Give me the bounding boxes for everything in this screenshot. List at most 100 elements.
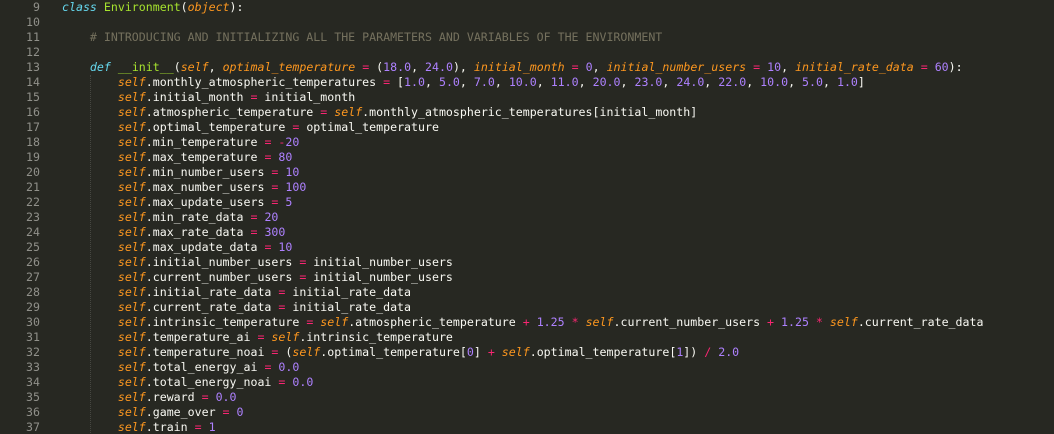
- code-token: self: [117, 330, 146, 344]
- code-token: ),: [452, 60, 474, 74]
- code-text: self.current_rate_data = initial_rate_da…: [62, 300, 411, 315]
- code-line[interactable]: 25 self.max_update_data = 10: [0, 240, 1054, 255]
- line-number: 20: [26, 165, 40, 179]
- code-line[interactable]: 10: [0, 15, 1054, 30]
- code-line[interactable]: 9 class Environment(object):: [0, 0, 1054, 15]
- code-token: (: [173, 60, 181, 74]
- code-line[interactable]: 14 self.monthly_atmospheric_temperatures…: [0, 75, 1054, 90]
- code-line[interactable]: 12: [0, 45, 1054, 60]
- code-token: .monthly_atmospheric_temperatures: [145, 75, 384, 89]
- line-number: 36: [26, 405, 40, 419]
- code-token: ,: [746, 75, 761, 89]
- code-token: =: [920, 60, 928, 74]
- code-token: self: [117, 255, 146, 269]
- code-token: 0.0: [215, 390, 237, 404]
- code-token: ):: [948, 60, 963, 74]
- code-token: self: [292, 345, 321, 359]
- code-token: 10.0: [760, 75, 789, 89]
- code-token: 1.25: [536, 315, 565, 329]
- code-line[interactable]: 35 self.reward = 0.0: [0, 390, 1054, 405]
- code-token: .temperature_ai: [145, 330, 258, 344]
- code-token: 0: [236, 405, 244, 419]
- code-token: self: [117, 165, 146, 179]
- code-line[interactable]: 11 # INTRODUCING AND INITIALIZING ALL TH…: [0, 30, 1054, 45]
- code-line[interactable]: 22 self.max_update_users = 5: [0, 195, 1054, 210]
- code-token: 10: [285, 165, 300, 179]
- code-token: .game_over: [145, 405, 223, 419]
- code-line[interactable]: 26 self.initial_number_users = initial_n…: [0, 255, 1054, 270]
- code-line[interactable]: 16 self.atmospheric_temperature = self.m…: [0, 105, 1054, 120]
- code-line[interactable]: 33 self.total_energy_ai = 0.0: [0, 360, 1054, 375]
- code-token: .current_rate_data: [145, 300, 279, 314]
- code-token: self: [829, 315, 858, 329]
- code-text: self.game_over = 0: [62, 405, 244, 420]
- code-token: 0.0: [292, 375, 314, 389]
- code-token: initial_number_users: [606, 60, 747, 74]
- code-line[interactable]: 36 self.game_over = 0: [0, 405, 1054, 420]
- code-token: .max_number_users: [145, 180, 272, 194]
- line-number: 28: [26, 285, 40, 299]
- code-token: .train: [145, 420, 195, 434]
- code-text: # INTRODUCING AND INITIALIZING ALL THE P…: [62, 30, 662, 45]
- code-token: ,: [459, 75, 474, 89]
- code-line[interactable]: 32 self.temperature_noai = (self.optimal…: [0, 345, 1054, 360]
- code-token: self: [320, 315, 349, 329]
- code-line[interactable]: 24 self.max_rate_data = 300: [0, 225, 1054, 240]
- code-line[interactable]: 19 self.max_temperature = 80: [0, 150, 1054, 165]
- code-line[interactable]: 37 self.train = 1: [0, 420, 1054, 434]
- code-token: ,: [704, 75, 719, 89]
- code-line[interactable]: 17 self.optimal_temperature = optimal_te…: [0, 120, 1054, 135]
- line-number: 26: [26, 255, 40, 269]
- code-token: optimal_temperature: [299, 120, 439, 134]
- code-line[interactable]: 21 self.max_number_users = 100: [0, 180, 1054, 195]
- code-token: 5: [285, 195, 293, 209]
- code-token: .current_number_users: [613, 315, 768, 329]
- code-token: (: [180, 0, 188, 14]
- code-line[interactable]: 34 self.total_energy_noai = 0.0: [0, 375, 1054, 390]
- code-token: 80: [278, 150, 293, 164]
- code-line[interactable]: 28 self.initial_rate_data = initial_rate…: [0, 285, 1054, 300]
- code-token: 1.0: [404, 75, 425, 89]
- line-number: 10: [26, 15, 40, 29]
- code-token: 24.0: [425, 60, 453, 74]
- code-token: .max_update_users: [145, 195, 272, 209]
- code-line[interactable]: 18 self.min_temperature = -20: [0, 135, 1054, 150]
- code-token: self: [117, 300, 146, 314]
- code-token: 1: [208, 420, 216, 434]
- line-number: 24: [26, 225, 40, 239]
- code-line[interactable]: 13 def __init__(self, optimal_temperatur…: [0, 60, 1054, 75]
- code-line[interactable]: 27 self.current_number_users = initial_n…: [0, 270, 1054, 285]
- code-line[interactable]: 15 self.initial_month = initial_month: [0, 90, 1054, 105]
- code-text: self.total_energy_noai = 0.0: [62, 375, 313, 390]
- code-editor[interactable]: 9 class Environment(object): 10 11 # INTROD…: [0, 0, 1054, 434]
- code-text: self.total_energy_ai = 0.0: [62, 360, 300, 375]
- code-text: self.max_rate_data = 300: [62, 225, 286, 240]
- code-token: ]: [857, 75, 865, 89]
- code-token: 1.25: [781, 315, 809, 329]
- code-token: .max_rate_data: [145, 225, 251, 239]
- code-line[interactable]: 23 self.min_rate_data = 20: [0, 210, 1054, 225]
- code-token: .total_energy_ai: [145, 360, 265, 374]
- code-text: self.min_rate_data = 20: [62, 210, 279, 225]
- code-text: self.initial_rate_data = initial_rate_da…: [62, 285, 411, 300]
- code-token: 22.0: [718, 75, 747, 89]
- code-token: 1.0: [836, 75, 858, 89]
- code-token: initial_number_users: [306, 255, 453, 269]
- code-token: [: [390, 75, 405, 89]
- code-line[interactable]: 29 self.current_rate_data = initial_rate…: [0, 300, 1054, 315]
- line-number: 34: [26, 375, 40, 389]
- code-line[interactable]: 31 self.temperature_ai = self.intrinsic_…: [0, 330, 1054, 345]
- code-token: .current_number_users: [145, 270, 300, 284]
- line-number: 17: [26, 120, 40, 134]
- code-line[interactable]: 20 self.min_number_users = 10: [0, 165, 1054, 180]
- code-token: self: [334, 105, 363, 119]
- line-number: 15: [26, 90, 40, 104]
- code-line[interactable]: 30 self.intrinsic_temperature = self.atm…: [0, 315, 1054, 330]
